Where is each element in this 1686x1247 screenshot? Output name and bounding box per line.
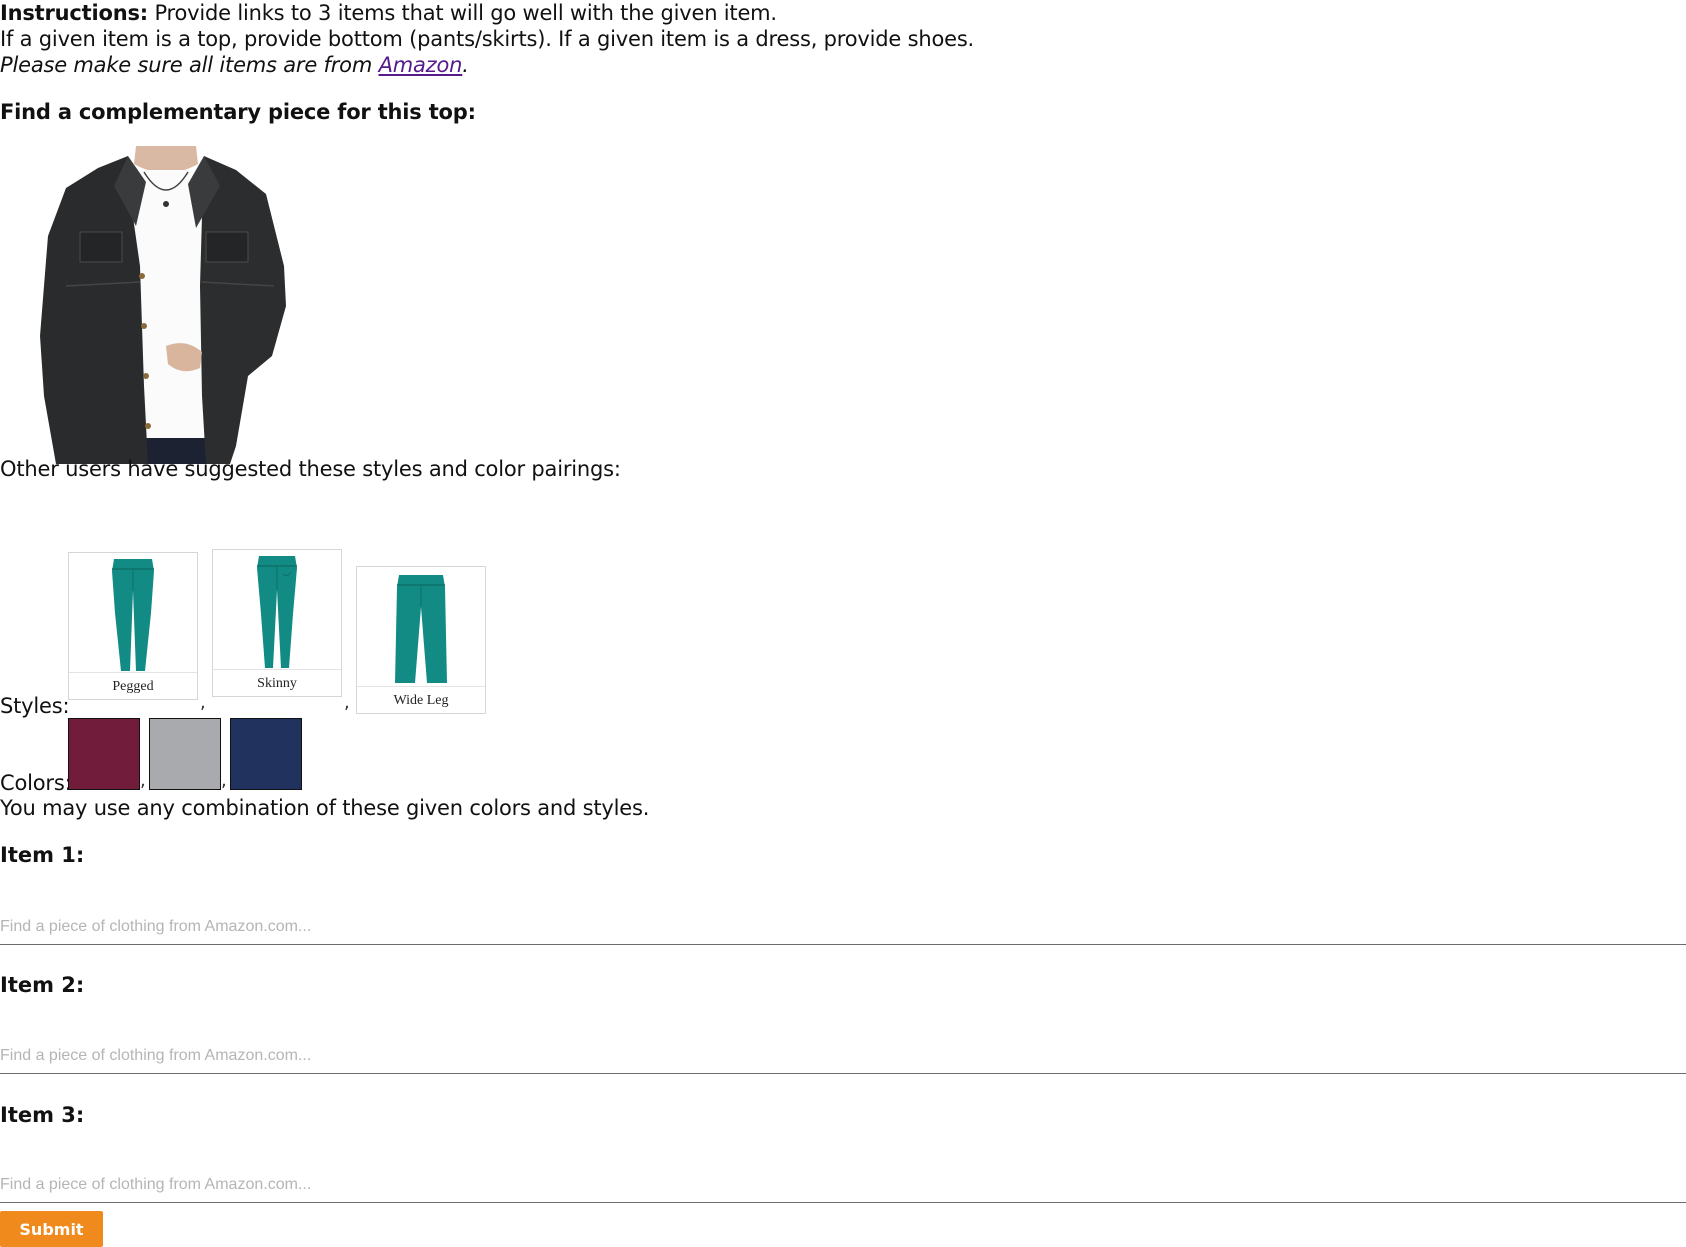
submit-button[interactable]: Submit [0,1211,103,1247]
style-caption: Pegged [112,679,154,694]
given-item-heading: Find a complementary piece for this top: [0,100,476,124]
style-card-wide-leg: Wide Leg [356,566,486,714]
style-separator: , [200,692,206,713]
style-image-frame [357,567,485,687]
instructions-line-2: If a given item is a top, provide bottom… [0,27,975,51]
jacket-illustration [40,146,286,464]
instructions-line-3: Please make sure all items are from Amaz… [0,52,469,78]
amazon-link[interactable]: Amazon [379,53,463,77]
denim-jacket-photo [36,146,288,464]
color-separator: , [140,770,146,791]
amazon-note-prefix: Please make sure all items are from [0,53,379,77]
instructions-text: Provide links to 3 items that will go we… [147,1,777,25]
style-caption: Skinny [257,676,297,691]
skinny-pants-icon [257,556,297,668]
instructions-line-1: Instructions: Provide links to 3 items t… [0,0,777,26]
suggestions-intro: Other users have suggested these styles … [0,457,621,481]
color-swatch-burgundy [68,718,140,790]
style-card-skinny: Skinny [212,549,342,697]
colors-label: Colors: [0,771,72,795]
style-separator: , [344,692,350,713]
pegged-pants-icon [112,559,154,671]
color-swatch-navy [230,718,302,790]
instructions-label: Instructions: [0,1,148,25]
item-3-input[interactable] [0,1168,1686,1203]
style-image-frame [69,553,197,673]
amazon-note-suffix: . [462,53,469,77]
wide-leg-pants-icon [395,575,447,683]
style-image-frame [213,550,341,670]
color-swatch-gray [149,718,221,790]
style-card-pegged: Pegged [68,552,198,700]
item-3-label: Item 3: [0,1103,85,1127]
styles-label: Styles: [0,694,70,718]
item-2-label: Item 2: [0,973,85,997]
item-1-input[interactable] [0,910,1686,945]
style-caption: Wide Leg [393,693,449,708]
color-separator: , [221,770,227,791]
item-2-input[interactable] [0,1039,1686,1074]
item-1-label: Item 1: [0,843,85,867]
combination-note: You may use any combination of these giv… [0,796,650,820]
